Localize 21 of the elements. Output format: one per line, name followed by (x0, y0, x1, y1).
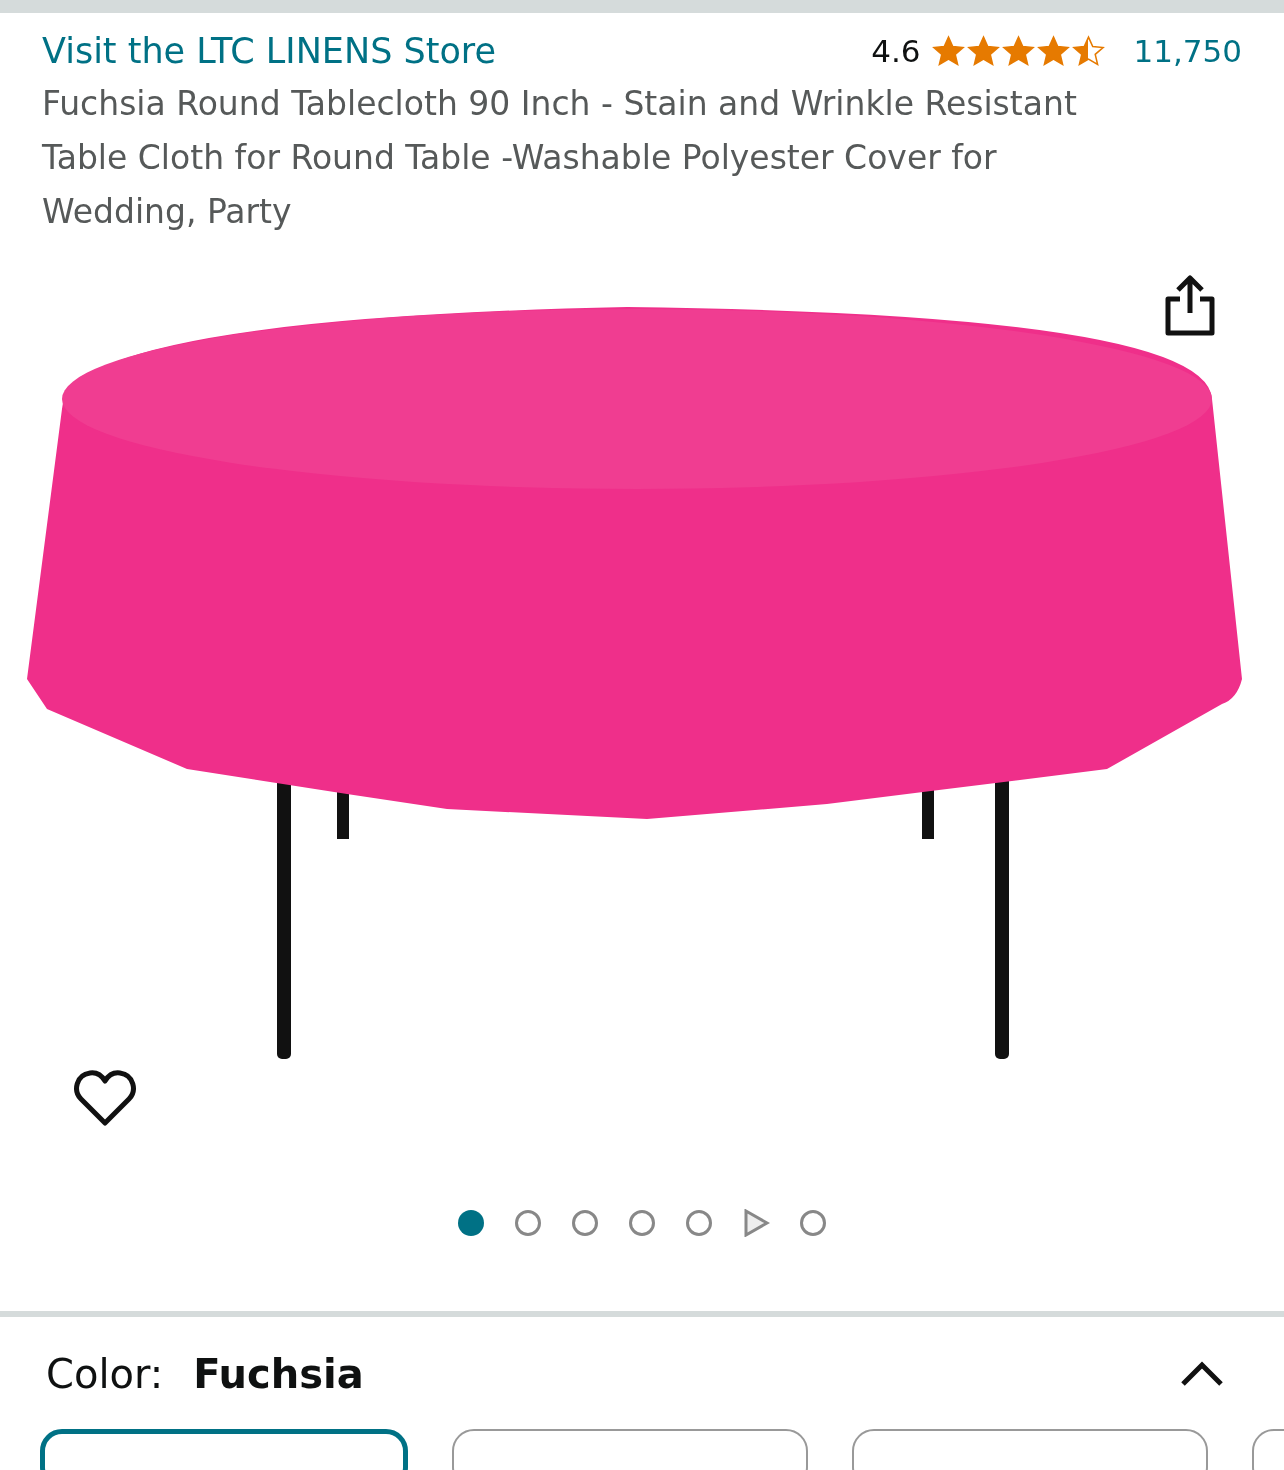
carousel-dot[interactable] (685, 1209, 713, 1237)
heart-icon[interactable] (74, 1069, 136, 1127)
color-value: Fuchsia (193, 1351, 364, 1397)
store-link[interactable]: Visit the LTC LINENS Store (42, 31, 496, 71)
carousel-dot[interactable] (628, 1209, 656, 1237)
share-icon[interactable] (1164, 275, 1216, 337)
chevron-up-icon[interactable] (1180, 1361, 1224, 1387)
star-icon (1070, 35, 1106, 67)
review-count[interactable]: 11,750 (1133, 33, 1242, 69)
star-icon (930, 35, 966, 67)
carousel-dot[interactable] (457, 1209, 485, 1237)
star-icon (965, 35, 1001, 67)
rating-value: 4.6 (871, 33, 921, 69)
carousel-dot[interactable] (514, 1209, 542, 1237)
carousel-dot[interactable] (571, 1209, 599, 1237)
star-icon (1035, 35, 1071, 67)
play-icon[interactable] (742, 1209, 770, 1237)
color-label: Color: (46, 1351, 164, 1397)
carousel-dot[interactable] (799, 1209, 827, 1237)
product-title: Fuchsia Round Tablecloth 90 Inch - Stain and Wrinkle Resistant Table Cloth for Round Table -Washable Polyester Cover for Wedding, Party (42, 83, 1078, 233)
star-icon (1000, 35, 1036, 67)
